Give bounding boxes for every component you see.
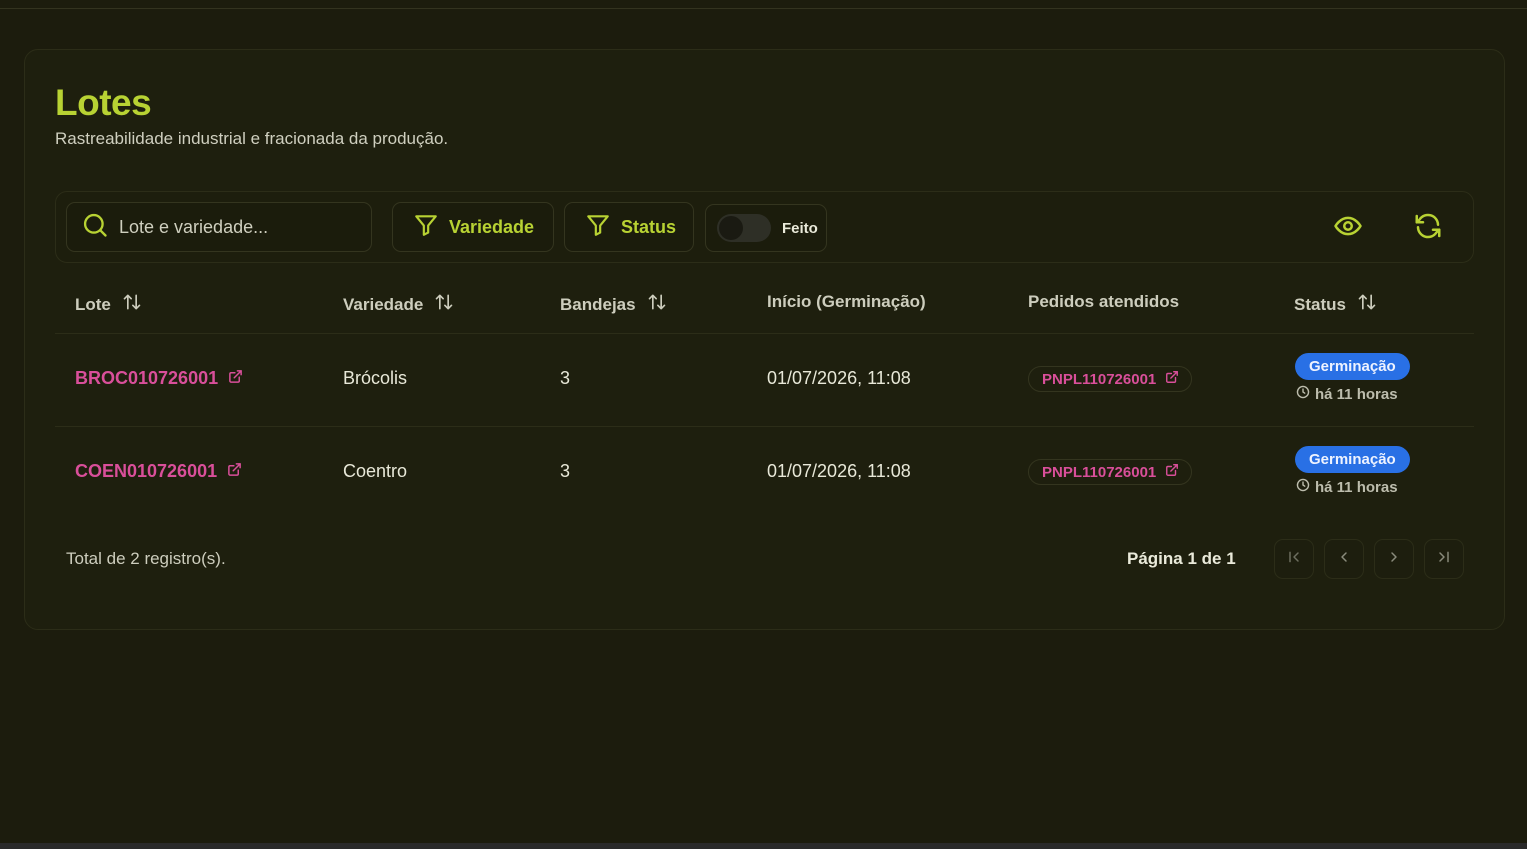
column-label: Status <box>1294 294 1346 314</box>
column-label: Início (Germinação) <box>767 292 926 311</box>
column-header-status[interactable]: Status <box>1294 292 1377 317</box>
variedade-cell: Coentro <box>343 461 408 481</box>
search-icon <box>81 211 109 244</box>
inicio-cell: 01/07/2026, 11:08 <box>767 368 911 388</box>
filter-variedade-button[interactable]: Variedade <box>392 202 554 252</box>
clock-icon <box>1296 385 1315 403</box>
chevron-right-icon <box>1386 549 1402 570</box>
status-badge: Germinação <box>1295 446 1410 473</box>
sort-icon <box>111 292 142 317</box>
chevrons-last-icon <box>1436 549 1452 570</box>
view-columns-button[interactable] <box>1330 210 1366 246</box>
column-label: Pedidos atendidos <box>1028 292 1180 311</box>
total-records: Total de 2 registro(s). <box>66 549 226 568</box>
table-row: BROC010726001 Brócolis 3 01/07/2026, 11:… <box>55 334 1474 427</box>
lotes-card: Lotes Rastreabilidade industrial e fraci… <box>24 49 1505 630</box>
refresh-button[interactable] <box>1410 210 1446 246</box>
sort-icon <box>1346 292 1377 317</box>
lote-code: BROC010726001 <box>75 368 219 388</box>
lote-code: COEN010726001 <box>75 461 218 481</box>
external-link-icon <box>218 368 243 389</box>
column-label: Lote <box>75 294 111 314</box>
external-link-icon <box>1156 370 1179 388</box>
column-header-bandejas[interactable]: Bandejas <box>560 292 667 317</box>
toggle-knob <box>719 216 743 240</box>
page-title: Lotes <box>55 82 152 123</box>
sort-icon <box>636 292 667 317</box>
filter-icon <box>585 212 621 243</box>
first-page-button[interactable] <box>1274 539 1314 579</box>
bandejas-cell: 3 <box>560 368 571 388</box>
pedido-link[interactable]: PNPL110726001 <box>1028 366 1193 392</box>
page-info: Página 1 de 1 <box>1127 549 1236 568</box>
external-link-icon <box>217 461 242 482</box>
filter-icon <box>413 212 449 243</box>
chevron-left-icon <box>1336 549 1352 570</box>
feito-toggle-label: Feito <box>782 219 818 237</box>
elapsed-time: há 11 horas <box>1296 385 1398 403</box>
search-input[interactable] <box>119 216 359 238</box>
refresh-icon <box>1413 211 1443 246</box>
sort-icon <box>423 292 454 317</box>
elapsed-time-text: há 11 horas <box>1315 478 1398 496</box>
lote-link[interactable]: COEN010726001 <box>75 461 242 482</box>
clock-icon <box>1296 478 1315 496</box>
feito-toggle-switch[interactable] <box>717 214 771 242</box>
filter-status-button[interactable]: Status <box>564 202 694 252</box>
pedido-link[interactable]: PNPL110726001 <box>1028 459 1193 485</box>
page-subtitle: Rastreabilidade industrial e fracionada … <box>55 129 449 148</box>
filter-status-label: Status <box>621 216 677 237</box>
top-divider <box>0 8 1527 9</box>
bottom-divider <box>0 843 1527 849</box>
elapsed-time-text: há 11 horas <box>1315 385 1398 403</box>
pedido-code: PNPL110726001 <box>1042 370 1157 388</box>
pedido-code: PNPL110726001 <box>1042 463 1157 481</box>
last-page-button[interactable] <box>1424 539 1464 579</box>
column-header-lote[interactable]: Lote <box>75 292 142 317</box>
column-header-inicio: Início (Germinação) <box>767 292 926 312</box>
status-badge: Germinação <box>1295 353 1410 380</box>
external-link-icon <box>1156 463 1179 481</box>
next-page-button[interactable] <box>1374 539 1414 579</box>
bandejas-cell: 3 <box>560 461 571 481</box>
elapsed-time: há 11 horas <box>1296 478 1398 496</box>
table-header: Lote Variedade Bandejas Início (Germinaç… <box>55 272 1474 334</box>
column-label: Bandejas <box>560 294 636 314</box>
toolbar: Variedade Status Feito <box>55 191 1474 263</box>
column-header-variedade[interactable]: Variedade <box>343 292 454 317</box>
column-label: Variedade <box>343 294 424 314</box>
lote-link[interactable]: BROC010726001 <box>75 368 243 389</box>
previous-page-button[interactable] <box>1324 539 1364 579</box>
table-row: COEN010726001 Coentro 3 01/07/2026, 11:0… <box>55 427 1474 520</box>
search-box[interactable] <box>66 202 372 252</box>
chevrons-first-icon <box>1286 549 1302 570</box>
feito-toggle-wrapper: Feito <box>705 204 827 252</box>
eye-icon <box>1333 211 1363 246</box>
inicio-cell: 01/07/2026, 11:08 <box>767 461 911 481</box>
column-header-pedidos: Pedidos atendidos <box>1028 292 1179 312</box>
variedade-cell: Brócolis <box>343 368 408 388</box>
filter-variedade-label: Variedade <box>449 216 535 237</box>
